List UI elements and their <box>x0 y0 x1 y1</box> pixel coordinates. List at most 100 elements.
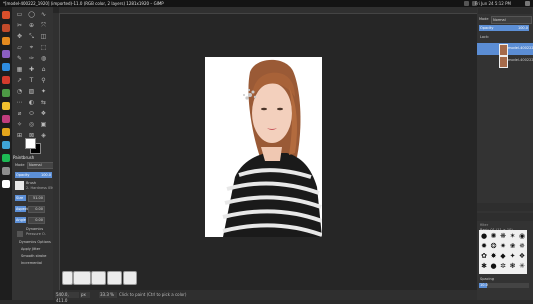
bucket-fill-icon[interactable]: ▨ <box>28 88 35 95</box>
fuzzy-select-icon[interactable]: ⊕ <box>28 22 35 29</box>
vertical-ruler[interactable] <box>53 13 60 290</box>
overlay-button-2[interactable] <box>73 271 91 285</box>
dynamics-options-toggle[interactable]: Dynamics Options <box>19 240 51 244</box>
brush-swatch[interactable]: ✿ <box>480 252 488 260</box>
eraser-icon[interactable]: ▦ <box>16 66 23 73</box>
mode-select[interactable]: Normal <box>27 162 54 169</box>
size-slider[interactable]: Size <box>15 195 26 201</box>
brush-swatch[interactable]: ❀ <box>509 242 517 250</box>
brush-grid[interactable]: ● ✺ ❋ ✶ ◉ ✹ ❂ ✷ ❀ ✵ ✿ ✸ ◆ ✦ ❖ ✱ ● ✲ ❃ ✳ <box>479 230 527 274</box>
overlay-button-4[interactable] <box>107 271 122 285</box>
overlay-button-1[interactable] <box>62 271 73 285</box>
overlay-button-5[interactable] <box>123 271 137 285</box>
ellipse-select-icon[interactable]: ◯ <box>28 11 35 18</box>
scale-icon[interactable]: ▣ <box>40 121 47 128</box>
airbrush-icon[interactable]: ◍ <box>40 55 47 62</box>
files-icon[interactable] <box>2 24 10 32</box>
brush-filter[interactable]: filter <box>480 223 488 227</box>
warp-icon[interactable]: ⌖ <box>28 44 35 51</box>
eye-icon[interactable] <box>480 46 486 51</box>
flip-icon[interactable]: ⇆ <box>40 99 47 106</box>
unit-select[interactable]: px <box>80 292 90 298</box>
text-editor-icon[interactable] <box>2 102 10 110</box>
eye-icon[interactable] <box>480 58 486 63</box>
dock-tab-bar[interactable] <box>478 8 532 14</box>
align-icon[interactable]: ⤡ <box>28 33 35 40</box>
terminal-icon[interactable] <box>2 76 10 84</box>
blend-icon[interactable]: ✦ <box>40 88 47 95</box>
foreground-color-swatch[interactable] <box>25 138 36 149</box>
trash-icon[interactable] <box>2 180 10 188</box>
layer-mode-select[interactable]: Normal <box>491 16 532 24</box>
gimp-icon[interactable] <box>2 89 10 97</box>
perspective-icon[interactable]: ⌀ <box>16 110 23 117</box>
brush-swatch[interactable]: ● <box>490 262 498 270</box>
scissors-select-icon[interactable]: ✂ <box>16 22 23 29</box>
paths-icon[interactable]: ⋯ <box>16 99 23 106</box>
brush-swatch[interactable]: ✵ <box>518 242 526 250</box>
text-icon[interactable]: T <box>28 77 35 84</box>
brush-swatch[interactable]: ◆ <box>499 252 507 260</box>
smooth-stroke-checkbox[interactable]: Smooth stroke <box>21 254 46 258</box>
brush-swatch[interactable]: ❃ <box>509 262 517 270</box>
heal-icon[interactable]: ✚ <box>28 66 35 73</box>
ink-icon[interactable]: ⬭ <box>28 110 35 117</box>
size-field[interactable]: 51.00 <box>28 195 45 202</box>
dynamics-icon[interactable] <box>17 231 23 237</box>
layer-name[interactable]: model-400222_1 <box>508 58 533 62</box>
photos-icon[interactable] <box>2 154 10 162</box>
brush-swatch[interactable]: ❖ <box>518 252 526 260</box>
overlay-button-3[interactable] <box>91 271 106 285</box>
handle-transform-icon[interactable]: ◈ <box>40 132 47 139</box>
clone-icon[interactable]: ⌂ <box>40 66 47 73</box>
incremental-checkbox[interactable]: Incremental <box>21 261 42 265</box>
dash-icon[interactable] <box>2 11 10 19</box>
zoom-icon[interactable]: ⚲ <box>40 77 47 84</box>
layer-row[interactable]: model-400222_1 <box>477 55 533 68</box>
spotify-icon[interactable] <box>2 167 10 175</box>
brush-swatch[interactable]: ✺ <box>490 232 498 240</box>
layer-row[interactable]: model-400222_1 <box>477 43 533 56</box>
crop-icon[interactable]: ◫ <box>40 33 47 40</box>
brush-preview[interactable] <box>15 181 24 190</box>
layer-name[interactable]: model-400222_1 <box>508 46 533 50</box>
apply-jitter-checkbox[interactable]: Apply Jitter <box>21 247 40 251</box>
angle-slider[interactable]: Angle <box>15 217 26 223</box>
spacing-slider[interactable]: 10.0 <box>479 283 529 288</box>
brush-swatch[interactable]: ✱ <box>480 262 488 270</box>
mypaint-icon[interactable]: ❖ <box>40 110 47 117</box>
smudge-icon[interactable]: ↗ <box>16 77 23 84</box>
measure-icon[interactable]: ◔ <box>16 88 23 95</box>
layer-opacity-slider[interactable]: Opacity 100.0 <box>479 25 529 31</box>
paintbrush-icon[interactable]: ✎ <box>16 55 23 62</box>
brush-swatch[interactable]: ✹ <box>480 242 488 250</box>
shear-icon[interactable]: ⊞ <box>16 132 23 139</box>
cage-icon[interactable]: ⬚ <box>40 44 47 51</box>
angle-field[interactable]: 0.00 <box>28 217 45 224</box>
chat-icon[interactable] <box>2 141 10 149</box>
brush-swatch[interactable]: ✸ <box>490 252 498 260</box>
aspect-field[interactable]: 0.00 <box>28 206 45 213</box>
firefox-icon[interactable] <box>2 37 10 45</box>
network-icon[interactable] <box>464 1 469 6</box>
brush-swatch[interactable]: ✳ <box>518 262 526 270</box>
brush-swatch[interactable]: ❂ <box>490 242 498 250</box>
opacity-slider[interactable]: Opacity 100.0 <box>15 172 52 178</box>
settings-icon[interactable] <box>2 63 10 71</box>
brush-swatch[interactable]: ✶ <box>509 232 517 240</box>
color-picker-icon[interactable]: ◎ <box>28 121 35 128</box>
chrome-icon[interactable] <box>2 128 10 136</box>
image-canvas[interactable] <box>205 57 322 237</box>
brush-swatch[interactable]: ● <box>480 232 488 240</box>
power-icon[interactable] <box>525 1 530 6</box>
color-select-icon[interactable]: ⤧ <box>40 22 47 29</box>
software-icon[interactable] <box>2 50 10 58</box>
aspect-slider[interactable]: Aspect <box>15 206 28 212</box>
move-icon[interactable]: ✥ <box>16 33 23 40</box>
zoom-select[interactable]: 33.3 % <box>99 292 117 298</box>
brush-swatch[interactable]: ❋ <box>499 232 507 240</box>
rect-select-icon[interactable]: ▭ <box>16 11 23 18</box>
sharpen-icon[interactable]: ✧ <box>16 121 23 128</box>
store-icon[interactable] <box>2 115 10 123</box>
unified-transform-icon[interactable]: ▱ <box>16 44 23 51</box>
